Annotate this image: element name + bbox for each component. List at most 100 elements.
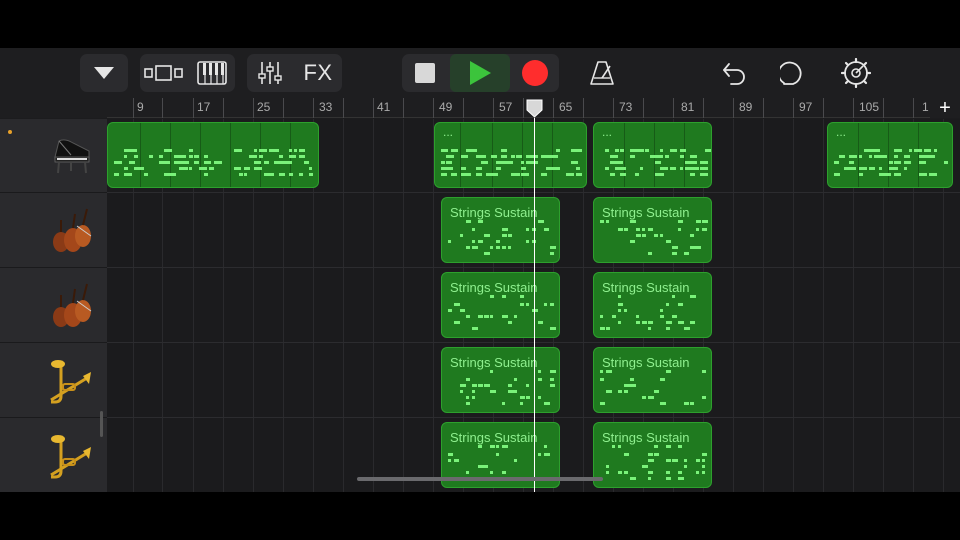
brass-icon: [50, 434, 91, 478]
horizontal-scrollbar[interactable]: [357, 477, 603, 481]
region-label: ...: [602, 125, 613, 139]
ruler-bar-label: 105: [859, 100, 880, 114]
strings-icon: [53, 208, 92, 252]
ruler-tick: [283, 98, 284, 118]
ruler-tick: [223, 98, 224, 118]
ruler-tick: [583, 98, 584, 118]
playhead-handle[interactable]: [526, 99, 543, 118]
ruler-tick: [463, 98, 464, 118]
strings-sustain-region[interactable]: Strings Sustain: [593, 347, 712, 413]
ruler-bar-label: 89: [739, 100, 753, 114]
settings-button[interactable]: [834, 54, 878, 92]
strings-sustain-region[interactable]: Strings Sustain: [593, 272, 712, 338]
record-button[interactable]: [512, 54, 558, 92]
ruler-bar-label: 65: [559, 100, 573, 114]
track-header-strings-2[interactable]: [0, 269, 107, 343]
undo-button[interactable]: [712, 54, 756, 92]
ruler-bar-label: 49: [439, 100, 453, 114]
tracks-menu-button[interactable]: [80, 54, 128, 92]
ruler-tick: [763, 98, 764, 118]
ruler-bar-label: 73: [619, 100, 633, 114]
ruler-bar-label: 81: [681, 100, 695, 114]
ruler-bar-label: 33: [319, 100, 333, 114]
track-resize-handle[interactable]: [100, 411, 103, 437]
add-section-button[interactable]: +: [930, 98, 960, 118]
stop-button[interactable]: [402, 54, 448, 92]
piano-region[interactable]: ...: [827, 122, 953, 188]
piano-region[interactable]: ...: [593, 122, 712, 188]
play-icon: [470, 61, 491, 85]
ruler-tick: [403, 98, 404, 118]
play-button[interactable]: [450, 54, 510, 92]
ruler-tick: [493, 98, 494, 118]
mixer-icon: [258, 62, 282, 84]
ruler-bar-label: 25: [257, 100, 271, 114]
midi-notes: [442, 216, 559, 256]
strings-sustain-region[interactable]: Strings Sustain: [593, 422, 712, 488]
fx-button[interactable]: FX: [295, 54, 341, 92]
track-header-strings-1[interactable]: [0, 194, 107, 268]
ruler-bar-label: 9: [137, 100, 144, 114]
loop-browser-button[interactable]: [772, 54, 816, 92]
ruler-tick: [373, 98, 374, 118]
track-header-piano[interactable]: [0, 119, 107, 193]
midi-notes: [442, 441, 559, 481]
transport-group: [402, 54, 559, 92]
ruler-bar-label: 97: [799, 100, 813, 114]
ruler-tick: [853, 98, 854, 118]
piano-region[interactable]: [107, 122, 319, 188]
keyboard-button[interactable]: [190, 54, 234, 92]
region-label: ...: [443, 125, 454, 139]
ruler-tick: [343, 98, 344, 118]
strings-sustain-region[interactable]: Strings Sustain: [593, 197, 712, 263]
garageband-tracks-view: FX 9 17 25 33 41 49 57 65 73 81 89 97 10…: [0, 48, 960, 492]
view-controls-group: [140, 54, 235, 92]
browser-view-icon: [144, 65, 183, 81]
record-enabled-indicator: [8, 130, 12, 134]
ruler-tick: [703, 98, 704, 118]
ruler-bar-label: 1: [922, 100, 929, 114]
ruler-tick: [643, 98, 644, 118]
midi-notes: [594, 441, 711, 481]
ruler-tick: [433, 98, 434, 118]
metronome-button[interactable]: [580, 54, 624, 92]
loop-browser-icon: [780, 61, 802, 85]
midi-notes: [594, 141, 711, 181]
playhead-line: [534, 118, 535, 492]
region-label: ...: [836, 125, 847, 139]
fx-label: FX: [303, 60, 333, 85]
mix-controls-group: FX: [247, 54, 342, 92]
ruler-tick: [162, 98, 163, 118]
midi-notes: [828, 141, 952, 181]
ruler-tick: [613, 98, 614, 118]
undo-icon: [723, 63, 745, 85]
ruler-tick: [523, 98, 524, 118]
ruler-tick: [673, 98, 674, 118]
midi-notes: [442, 366, 559, 406]
stop-icon: [415, 63, 435, 83]
strings-sustain-region[interactable]: Strings Sustain: [441, 272, 560, 338]
ruler-bar-label: 41: [377, 100, 391, 114]
browser-view-button[interactable]: [140, 54, 188, 92]
strings-sustain-region[interactable]: Strings Sustain: [441, 347, 560, 413]
ruler-tick: [133, 98, 134, 118]
midi-notes: [435, 141, 586, 181]
strings-icon: [53, 283, 92, 327]
midi-notes: [594, 366, 711, 406]
ruler-tick: [793, 98, 794, 118]
track-header-brass-2[interactable]: [0, 419, 107, 492]
midi-notes: [108, 141, 318, 181]
brass-icon: [50, 359, 91, 403]
ruler-tick: [553, 98, 554, 118]
mixer-button[interactable]: [247, 54, 293, 92]
track-headers: [0, 119, 107, 492]
tracks-menu-icon: [80, 54, 128, 92]
ruler-bar-label: 57: [499, 100, 513, 114]
midi-notes: [594, 216, 711, 256]
ruler-bar-label: 17: [197, 100, 211, 114]
midi-notes: [594, 291, 711, 331]
track-header-brass-1[interactable]: [0, 344, 107, 418]
piano-region[interactable]: ...: [434, 122, 587, 188]
strings-sustain-region[interactable]: Strings Sustain: [441, 197, 560, 263]
ruler-corner: [0, 98, 107, 118]
